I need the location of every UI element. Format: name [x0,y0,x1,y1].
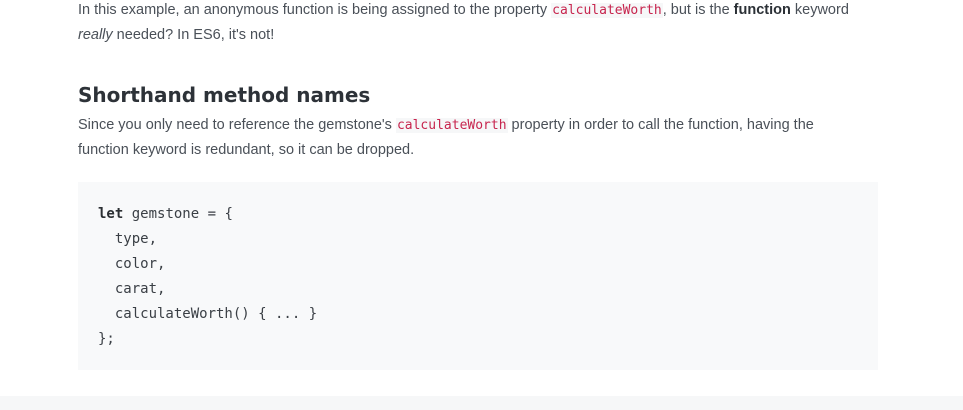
code-line-2: type, [98,231,158,247]
code-line-3: color, [98,256,166,272]
section-text-1: Since you only need to reference the gem… [78,117,396,133]
section-text-2: property in order to call the function, … [507,117,814,133]
code-line-1: let gemstone = { [98,202,858,227]
intro-text-4: needed? In ES6, it's not! [112,27,275,43]
footer-band [0,396,963,410]
section-heading: Shorthand method names [78,83,371,107]
code-line-4: carat, [98,281,166,297]
code-line-5: calculateWorth() { ... } [98,306,318,322]
section-inline-code-calculate-worth: calculateWorth [395,118,508,133]
code-line-1-rest: gemstone = { [123,206,233,222]
intro-bold-function: function [733,2,791,18]
section-text-3: function keyword is redundant, so it can… [78,142,415,158]
code-block: let gemstone = { type, color, carat, cal… [78,182,878,370]
intro-text-2: , but is the [662,2,734,18]
inline-code-calculate-worth: calculateWorth [551,3,663,18]
code-keyword-let: let [98,206,124,222]
intro-paragraph: In this example, an anonymous function i… [78,0,878,48]
code-line-6: }; [98,331,115,347]
section-paragraph: Since you only need to reference the gem… [78,113,878,163]
intro-text-3: keyword [790,2,849,18]
intro-italic-really: really [78,27,113,43]
intro-text-1: In this example, an anonymous function i… [78,2,552,18]
